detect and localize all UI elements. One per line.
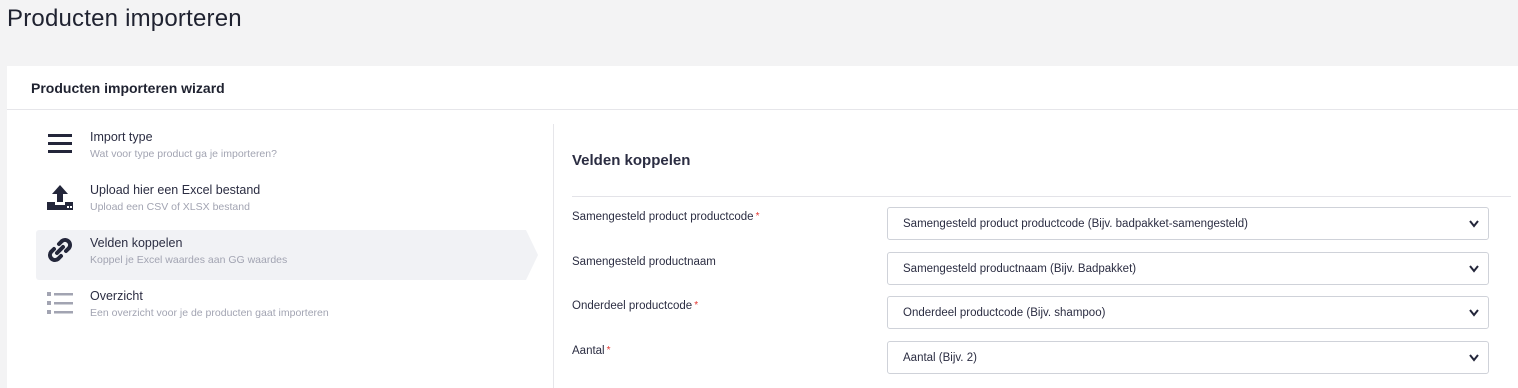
menu-icon: [44, 128, 76, 160]
step-title: Overzicht: [90, 289, 143, 303]
upload-icon: [44, 181, 76, 213]
field-label-samengesteld-productnaam: Samengesteld productnaam: [572, 256, 716, 268]
step-subtitle: Wat voor type product ga je importeren?: [90, 148, 277, 160]
chevron-down-icon: [1469, 354, 1479, 362]
required-marker: *: [606, 345, 611, 356]
page-title: Producten importeren: [7, 5, 242, 32]
field-label-aantal: Aantal *: [572, 345, 611, 357]
step-subtitle: Koppel je Excel waardes aan GG waardes: [90, 254, 288, 266]
card-title: Producten importeren wizard: [31, 79, 225, 96]
step-title: Import type: [90, 130, 153, 144]
select-onderdeel-productcode[interactable]: Onderdeel productcode (Bijv. shampoo): [887, 296, 1489, 329]
label-text: Aantal: [572, 345, 605, 357]
step-import-type[interactable]: Import type Wat voor type product ga je …: [36, 124, 526, 174]
select-value: Samengesteld productnaam (Bijv. Badpakke…: [903, 262, 1137, 275]
step-subtitle: Een overzicht voor je de producten gaat …: [90, 307, 329, 319]
chevron-down-icon: [1469, 220, 1479, 228]
field-label-samengesteld-productcode: Samengesteld product productcode *: [572, 211, 759, 223]
vertical-divider: [553, 124, 554, 388]
select-value: Aantal (Bijv. 2): [903, 351, 977, 364]
wizard-steps: Import type Wat voor type product ga je …: [36, 124, 538, 336]
chevron-down-icon: [1469, 309, 1479, 317]
step-velden-koppelen[interactable]: Velden koppelen Koppel je Excel waardes …: [36, 230, 538, 280]
label-text: Onderdeel productcode: [572, 300, 693, 312]
step-upload[interactable]: Upload hier een Excel bestand Upload een…: [36, 177, 526, 227]
select-value: Onderdeel productcode (Bijv. shampoo): [903, 306, 1106, 319]
step-subtitle: Upload een CSV of XLSX bestand: [90, 201, 250, 213]
label-text: Samengesteld productnaam: [572, 256, 716, 268]
required-marker: *: [694, 300, 699, 311]
select-value: Samengesteld product productcode (Bijv. …: [903, 217, 1248, 230]
select-aantal[interactable]: Aantal (Bijv. 2): [887, 341, 1489, 374]
section-divider: [572, 196, 1511, 197]
step-overzicht[interactable]: Overzicht Een overzicht voor je de produ…: [36, 283, 526, 333]
select-samengesteld-productnaam[interactable]: Samengesteld productnaam (Bijv. Badpakke…: [887, 252, 1489, 285]
link-icon: [44, 234, 76, 266]
step-title: Velden koppelen: [90, 236, 183, 250]
field-label-onderdeel-productcode: Onderdeel productcode *: [572, 300, 698, 312]
select-samengesteld-productcode[interactable]: Samengesteld product productcode (Bijv. …: [887, 207, 1489, 240]
list-icon: [44, 287, 76, 319]
label-text: Samengesteld product productcode: [572, 211, 754, 223]
card-header: Producten importeren wizard: [7, 66, 1518, 110]
required-marker: *: [755, 211, 760, 222]
step-title: Upload hier een Excel bestand: [90, 183, 261, 197]
chevron-down-icon: [1469, 265, 1479, 273]
section-title: Velden koppelen: [572, 152, 691, 169]
